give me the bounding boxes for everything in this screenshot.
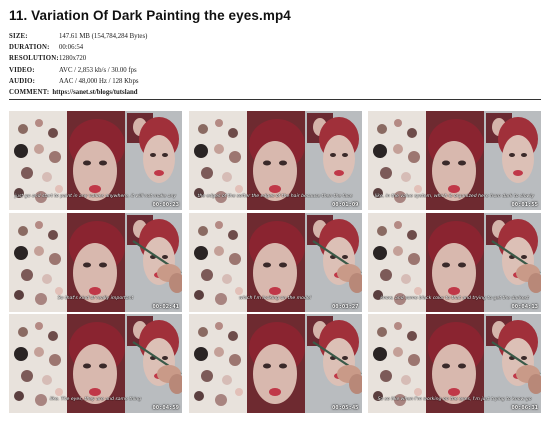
meta-audio-value: AAC / 48,000 Hz / 128 Kbps [59, 77, 139, 85]
meta-size-value: 147.61 MB (154,784,284 Bytes) [59, 33, 148, 41]
meta-comment-label: COMMENT: [9, 88, 50, 96]
video-thumbnail[interactable]: like, in the value system, which is orga… [368, 111, 541, 210]
meta-resolution-row: RESOLUTION: 1280x720 [9, 53, 309, 64]
meta-size-label: SIZE: [9, 33, 28, 41]
subtitle-caption: So so like when I'm working on the eyes,… [377, 397, 532, 403]
timestamp-label: 00:01:55 [511, 202, 539, 208]
meta-duration-row: DURATION: 00:06:54 [9, 42, 309, 53]
painting-frame [188, 314, 362, 413]
timestamp-label: 00:01:09 [332, 202, 359, 208]
timestamp-label: 00:03:27 [332, 303, 359, 310]
meta-comment-value: https://sanet.st/blogs/tutsland [52, 88, 138, 96]
header-divider [9, 99, 541, 100]
meta-duration-label: DURATION: [9, 44, 50, 52]
timestamp-label: 00:04:13 [511, 303, 539, 310]
meta-comment-row: COMMENT: https://sanet.st/blogs/tutsland [9, 87, 309, 98]
meta-audio-row: AUDIO: AAC / 48,000 Hz / 128 Kbps [9, 76, 309, 87]
meta-size-row: SIZE: 147.61 MB (154,784,284 Bytes) [9, 31, 309, 42]
subtitle-caption: just go and start to paint in any values… [14, 194, 177, 200]
meta-duration-value: 00:06:54 [59, 44, 84, 52]
meta-resolution-value: 1280x720 [59, 55, 87, 63]
subtitle-caption: know, and some black color to that and t… [380, 295, 529, 301]
meta-video-row: VIDEO: AVC / 2,853 kb/s / 30.00 fps [9, 65, 309, 76]
video-thumbnail[interactable]: know, and some black color to that and t… [368, 212, 541, 312]
video-thumbnail[interactable]: So so like when I'm working on the eyes,… [368, 314, 541, 413]
timestamp-label: 00:05:45 [332, 405, 359, 411]
video-thumbnail[interactable]: which I'm looking on the model 00:03:27 [188, 212, 362, 312]
video-thumbnail[interactable]: So that's kind of really important 00:02… [9, 212, 182, 312]
video-title: 11. Variation Of Dark Painting the eyes.… [9, 8, 291, 23]
subtitle-caption: So that's kind of really important [57, 295, 134, 301]
timestamp-label: 00:02:41 [152, 303, 180, 310]
thumbnail-grid: just go and start to paint in any values… [9, 111, 541, 413]
video-thumbnail[interactable]: the edges of the softer the edges of the… [188, 111, 362, 210]
meta-video-value: AVC / 2,853 kb/s / 30.00 fps [59, 66, 137, 74]
subtitle-caption: like, in the value system, which is orga… [374, 194, 535, 200]
meta-resolution-label: RESOLUTION: [9, 55, 59, 63]
timestamp-label: 00:04:59 [152, 405, 180, 411]
meta-audio-label: AUDIO: [9, 77, 36, 85]
subtitle-caption: which I'm looking on the model [238, 295, 311, 301]
subtitle-caption: like. The eyes, they are and same thing [49, 397, 142, 403]
subtitle-caption: the edges of the softer the edges of the… [197, 194, 353, 200]
video-thumbnail[interactable]: like. The eyes, they are and same thing … [9, 314, 182, 413]
video-thumbnail[interactable]: just go and start to paint in any values… [9, 111, 182, 210]
video-thumbnail[interactable]: 00:05:45 [188, 314, 362, 413]
video-metadata: SIZE: 147.61 MB (154,784,284 Bytes) DURA… [9, 31, 309, 98]
timestamp-label: 00:00:23 [152, 202, 180, 208]
timestamp-label: 00:06:31 [511, 405, 539, 411]
meta-video-label: VIDEO: [9, 66, 35, 74]
